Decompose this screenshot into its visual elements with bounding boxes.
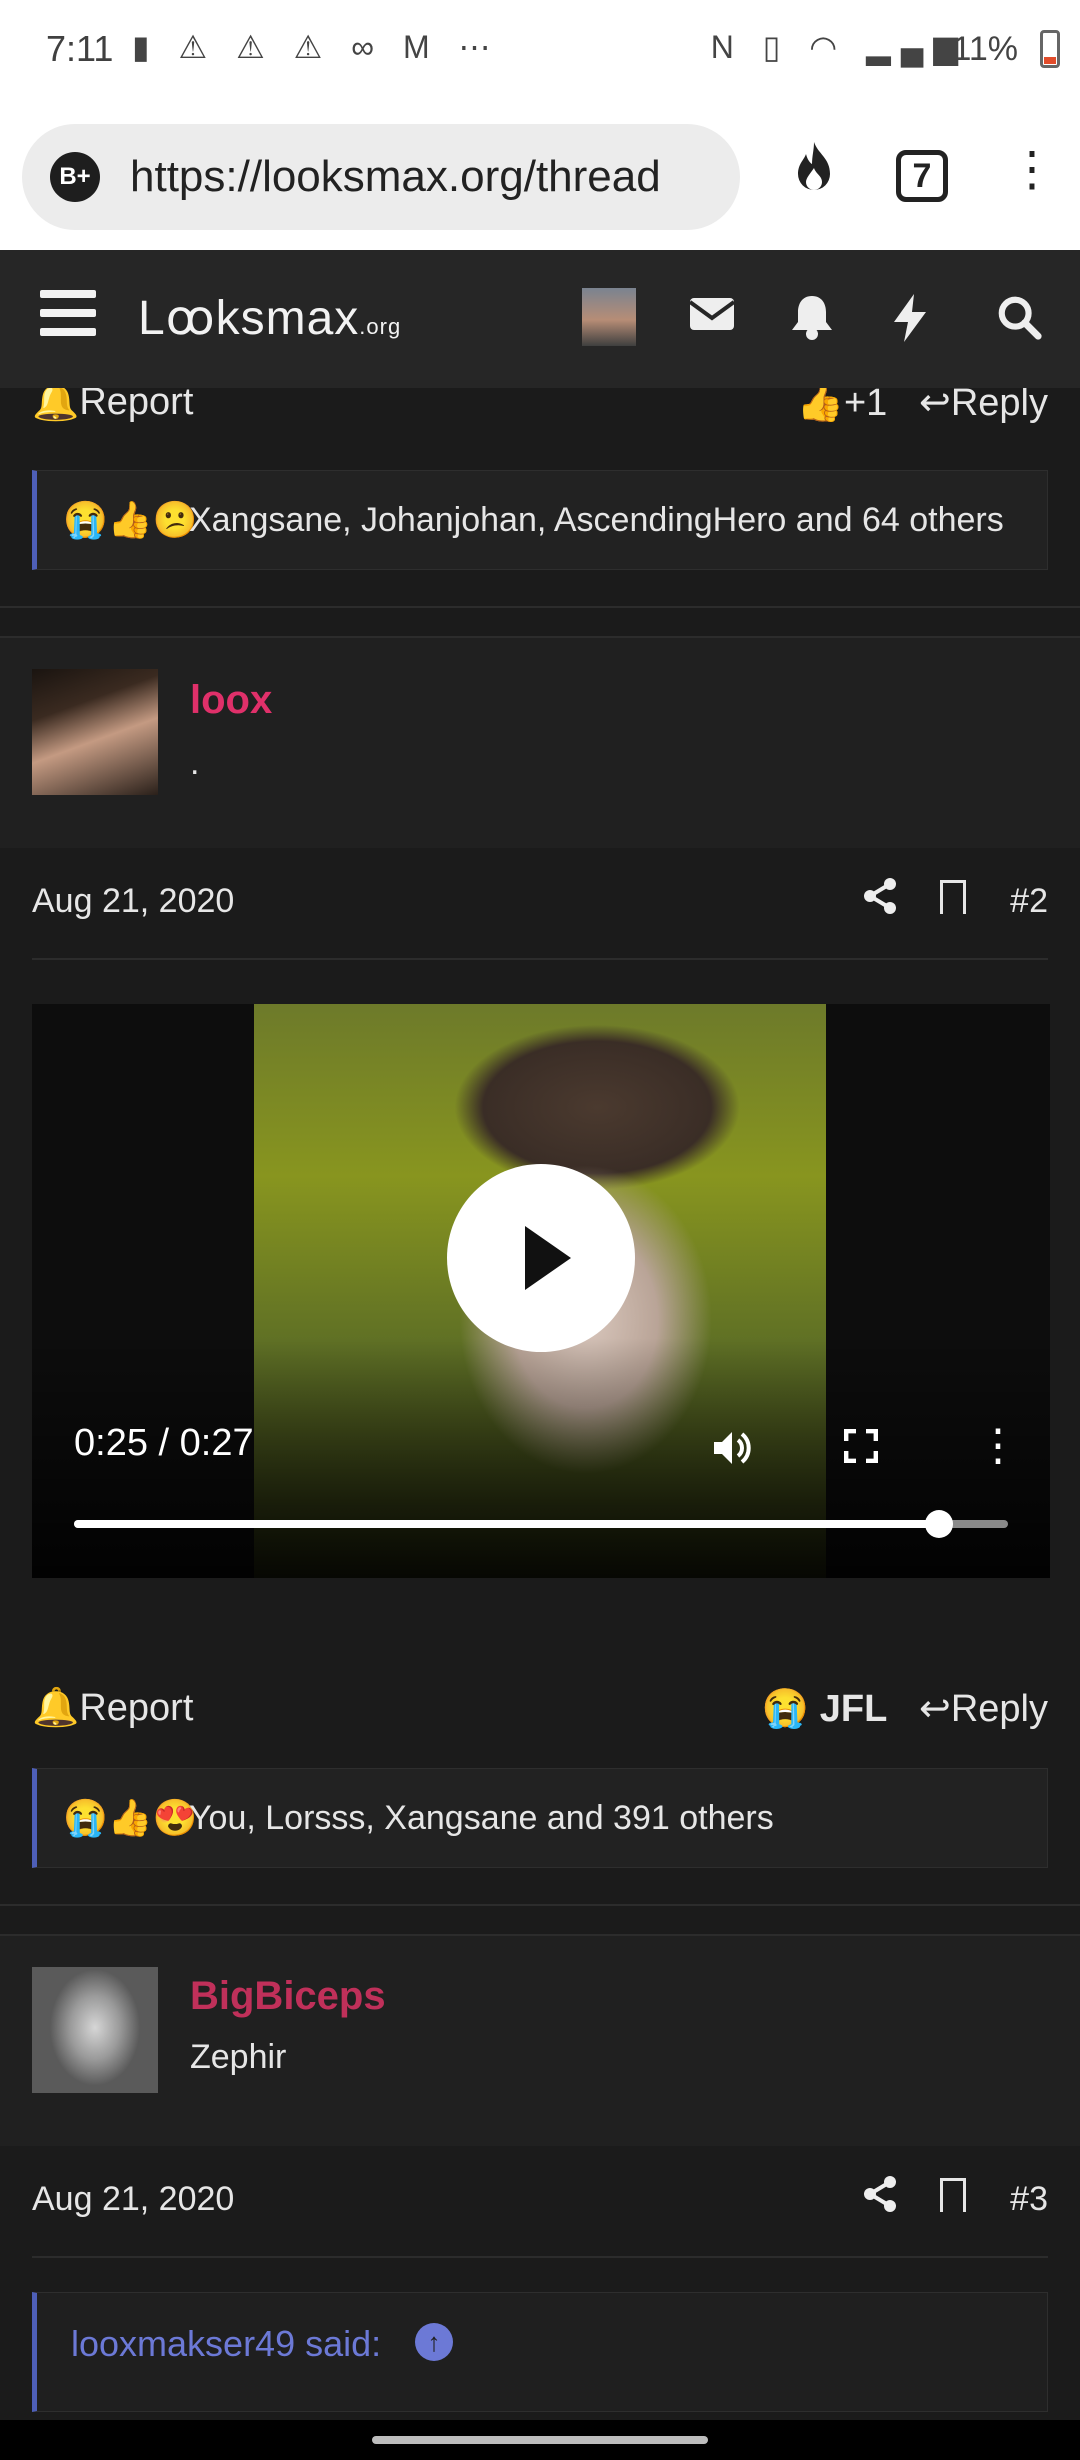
reply-button[interactable]: ↩Reply bbox=[919, 388, 1048, 424]
status-time: 7:11 bbox=[46, 28, 114, 69]
share-icon[interactable] bbox=[864, 878, 898, 924]
browser-menu-icon[interactable]: ⋮ bbox=[1008, 144, 1056, 196]
reaction-emojis: 😭👍😍 bbox=[63, 1797, 198, 1838]
divider bbox=[0, 1904, 1080, 1906]
post2-actions: 🔔Report 😭 JFL ↩Reply bbox=[32, 1674, 1048, 1744]
divider bbox=[0, 606, 1080, 608]
video-player[interactable]: 0:25 / 0:27 ⋮ bbox=[32, 1004, 1050, 1578]
reaction-button[interactable]: 😭 JFL bbox=[762, 1688, 887, 1730]
post3-user-band bbox=[0, 1934, 1080, 2146]
report-label: Report bbox=[79, 388, 194, 423]
bolt-icon[interactable] bbox=[892, 294, 928, 352]
url-bar[interactable]: B+ https://looksmax.org/thread bbox=[22, 124, 740, 230]
user-title: . bbox=[190, 744, 200, 782]
post-date[interactable]: Aug 21, 2020 bbox=[32, 882, 234, 921]
reactions-text[interactable]: You, Lorsss, Xangsane and 391 others bbox=[189, 1799, 774, 1838]
volume-icon[interactable] bbox=[712, 1428, 756, 1478]
avatar-bigbiceps[interactable] bbox=[32, 1967, 158, 2093]
site-badge-icon[interactable]: B+ bbox=[50, 152, 100, 202]
menu-icon[interactable] bbox=[40, 290, 96, 346]
browser-toolbar: B+ https://looksmax.org/thread 7 ⋮ bbox=[0, 104, 1080, 250]
battery-icon bbox=[1040, 30, 1060, 68]
report-button[interactable]: 🔔Report bbox=[32, 388, 193, 424]
post-number[interactable]: #2 bbox=[1010, 882, 1048, 921]
video-progress-bar[interactable] bbox=[74, 1510, 1008, 1538]
logo-text: Lꝏksmax bbox=[138, 292, 360, 345]
reply-button[interactable]: ↩Reply bbox=[919, 1688, 1048, 1730]
reactions-summary[interactable]: 😭👍😍 You, Lorsss, Xangsane and 391 others bbox=[32, 1768, 1048, 1868]
username-bigbiceps[interactable]: BigBiceps bbox=[190, 1974, 386, 2019]
username-loox[interactable]: loox bbox=[190, 678, 272, 723]
quote-block: looxmakser49 said: ↑ bbox=[32, 2292, 1048, 2412]
video-time: 0:25 / 0:27 bbox=[74, 1422, 254, 1464]
bookmark-icon[interactable] bbox=[940, 880, 966, 914]
video-menu-icon[interactable]: ⋮ bbox=[976, 1420, 1020, 1471]
tab-switcher-button[interactable]: 7 bbox=[896, 150, 948, 202]
user-avatar[interactable] bbox=[582, 288, 636, 346]
notification-icons: ▮ ⚠ ⚠ ⚠ ∞ M ⋯ bbox=[132, 29, 501, 65]
reactions-text[interactable]: Xangsane, Johanjohan, AscendingHero and … bbox=[189, 501, 1004, 540]
system-icons: N ▯ ◠ ▂▄▆ bbox=[710, 29, 968, 65]
progress-handle[interactable] bbox=[924, 1510, 953, 1538]
battery-percent: 11% bbox=[952, 30, 1018, 68]
quote-author[interactable]: looxmakser49 said: bbox=[71, 2323, 381, 2365]
report-button[interactable]: 🔔Report bbox=[32, 1686, 193, 1730]
reactions-summary[interactable]: 😭👍😕 Xangsane, Johanjohan, AscendingHero … bbox=[32, 470, 1048, 570]
post1-actions: 🔔Report 👍+1 ↩Reply bbox=[32, 388, 1048, 438]
share-icon[interactable] bbox=[864, 2176, 898, 2222]
post2-user-band bbox=[0, 636, 1080, 848]
post2-meta: Aug 21, 2020 #2 bbox=[32, 866, 1048, 936]
fullscreen-icon[interactable] bbox=[843, 1428, 879, 1473]
post1-action-right: 👍+1 ↩Reply bbox=[797, 388, 1048, 425]
post3-meta: Aug 21, 2020 #3 bbox=[32, 2164, 1048, 2234]
bell-icon[interactable] bbox=[790, 294, 834, 350]
status-bar: 7:11 ▮ ⚠ ⚠ ⚠ ∞ M ⋯ N ▯ ◠ ▂▄▆ 11% bbox=[0, 0, 1080, 104]
thumbs-up-icon[interactable]: 👍 bbox=[797, 388, 844, 424]
post2-action-right: 😭 JFL ↩Reply bbox=[762, 1686, 1048, 1731]
arrow-up-icon[interactable]: ↑ bbox=[415, 2323, 453, 2361]
report-label: Report bbox=[79, 1687, 194, 1729]
avatar-loox[interactable] bbox=[32, 669, 158, 795]
progress-fill bbox=[74, 1520, 939, 1528]
reaction-emojis: 😭👍😕 bbox=[63, 499, 198, 540]
fire-icon[interactable] bbox=[790, 140, 838, 209]
logo-suffix: .org bbox=[359, 314, 402, 339]
thread-content: 🔔Report 👍+1 ↩Reply 😭👍😕 Xangsane, Johanjo… bbox=[0, 388, 1080, 2420]
system-nav-bar bbox=[0, 2420, 1080, 2460]
play-icon[interactable] bbox=[447, 1164, 635, 1352]
home-gesture-handle[interactable] bbox=[372, 2436, 708, 2444]
mail-icon[interactable] bbox=[688, 294, 736, 344]
reaction-label: JFL bbox=[819, 1688, 888, 1730]
site-logo[interactable]: Lꝏksmax.org bbox=[138, 290, 401, 346]
search-icon[interactable] bbox=[996, 294, 1042, 350]
divider bbox=[32, 958, 1048, 960]
laugh-cry-icon: 😭 bbox=[761, 1688, 810, 1730]
post-date[interactable]: Aug 21, 2020 bbox=[32, 2180, 234, 2219]
reply-label: Reply bbox=[950, 1688, 1048, 1730]
post-number[interactable]: #3 bbox=[1010, 2180, 1048, 2219]
reaction-count[interactable]: +1 bbox=[844, 388, 887, 424]
url-text[interactable]: https://looksmax.org/thread bbox=[130, 152, 730, 202]
user-title: Zephir bbox=[190, 2038, 287, 2076]
site-header: Lꝏksmax.org bbox=[0, 250, 1080, 388]
divider bbox=[32, 2256, 1048, 2258]
bookmark-icon[interactable] bbox=[940, 2178, 966, 2212]
reply-label: Reply bbox=[950, 388, 1048, 424]
